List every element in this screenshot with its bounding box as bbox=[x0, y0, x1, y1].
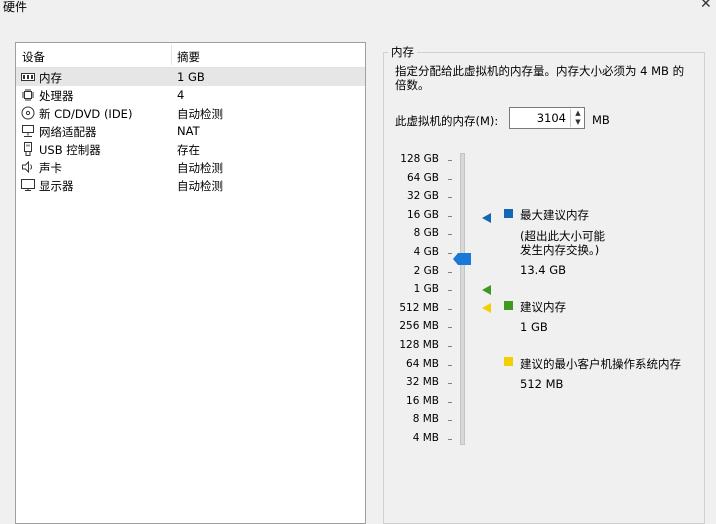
scale-tick bbox=[448, 383, 452, 385]
max-recommended-swatch bbox=[504, 209, 513, 218]
scale-tick bbox=[448, 215, 452, 217]
scale-label: 32 GB bbox=[406, 190, 439, 203]
device-summary: 4 bbox=[177, 88, 185, 102]
device-list-header: 设备 摘要 bbox=[16, 43, 365, 68]
column-separator bbox=[171, 45, 172, 65]
scale-tick bbox=[448, 290, 452, 292]
device-name: 显示器 bbox=[39, 179, 74, 193]
scale-label: 512 MB bbox=[399, 301, 439, 314]
scale-label: 32 MB bbox=[406, 376, 439, 389]
min-recommended-title: 建议的最小客户机操作系统内存 bbox=[520, 357, 681, 371]
max-recommended-note-line2: 发生内存交换。) bbox=[520, 243, 600, 257]
device-name: 新 CD/DVD (IDE) bbox=[39, 107, 133, 121]
usb-icon bbox=[21, 142, 35, 156]
scale-label: 4 MB bbox=[412, 432, 439, 444]
scale-label: 64 GB bbox=[406, 171, 439, 184]
device-summary: NAT bbox=[177, 124, 200, 138]
max-recommended-title: 最大建议内存 bbox=[520, 208, 589, 222]
device-row-network-adapter[interactable]: 网络适配器 NAT bbox=[16, 122, 365, 140]
scale-tick bbox=[448, 439, 452, 440]
scale-label: 16 MB bbox=[406, 394, 439, 407]
processor-icon bbox=[21, 88, 35, 102]
scale-tick bbox=[448, 178, 452, 180]
scale-label: 1 GB bbox=[413, 283, 439, 296]
min-recommended-marker-icon bbox=[482, 302, 492, 316]
memory-icon bbox=[21, 70, 35, 84]
scale-tick bbox=[448, 253, 452, 254]
device-row-sound-card[interactable]: 声卡 自动检测 bbox=[16, 158, 365, 176]
memory-unit: MB bbox=[592, 113, 610, 127]
device-name: 内存 bbox=[39, 71, 62, 85]
network-adapter-icon bbox=[21, 124, 35, 138]
scale-label: 8 GB bbox=[413, 227, 439, 240]
scale-tick bbox=[448, 234, 452, 236]
device-row-processor[interactable]: 处理器 4 bbox=[16, 86, 365, 104]
scale-tick bbox=[448, 197, 452, 199]
device-name: USB 控制器 bbox=[39, 143, 101, 157]
device-summary: 存在 bbox=[177, 143, 200, 157]
device-row-display[interactable]: 显示器 自动检测 bbox=[16, 176, 365, 194]
memory-group-title: 内存 bbox=[388, 44, 417, 60]
device-row-cd-dvd[interactable]: 新 CD/DVD (IDE) 自动检测 bbox=[16, 104, 365, 122]
scale-tick bbox=[448, 327, 452, 329]
memory-slider-track[interactable] bbox=[460, 153, 465, 445]
display-icon bbox=[21, 178, 35, 192]
device-row-usb-controller[interactable]: USB 控制器 存在 bbox=[16, 140, 365, 158]
cd-dvd-icon bbox=[21, 106, 35, 120]
recommended-title: 建议内存 bbox=[520, 300, 566, 314]
device-row-memory[interactable]: 内存 1 GB bbox=[16, 68, 365, 86]
device-name: 处理器 bbox=[39, 89, 74, 103]
device-name: 网络适配器 bbox=[39, 125, 97, 139]
device-summary: 自动检测 bbox=[177, 179, 223, 193]
scale-label: 2 GB bbox=[413, 264, 439, 277]
scale-tick bbox=[448, 308, 452, 310]
min-recommended-value: 512 MB bbox=[520, 377, 564, 391]
recommended-swatch bbox=[504, 301, 513, 310]
spin-up-icon[interactable]: ▲ bbox=[571, 109, 585, 118]
memory-slider-thumb[interactable] bbox=[453, 253, 471, 268]
scale-tick bbox=[448, 420, 452, 422]
sound-card-icon bbox=[21, 160, 35, 174]
memory-input[interactable] bbox=[512, 110, 566, 126]
scale-label: 4 GB bbox=[413, 246, 439, 258]
recommended-marker-icon bbox=[482, 284, 492, 298]
min-recommended-swatch bbox=[504, 357, 513, 366]
scale-label: 8 MB bbox=[412, 413, 439, 426]
spin-down-icon[interactable]: ▼ bbox=[571, 118, 585, 127]
memory-spinbox[interactable]: ▲ ▼ bbox=[509, 107, 585, 129]
device-name: 声卡 bbox=[39, 161, 62, 175]
max-recommended-marker-icon bbox=[482, 212, 492, 226]
device-list: 设备 摘要 内存 1 GB 处理器 4 新 CD/DVD (IDE) 自动检测 … bbox=[15, 42, 366, 524]
scale-tick bbox=[448, 160, 452, 161]
device-summary: 自动检测 bbox=[177, 161, 223, 175]
scale-tick bbox=[448, 271, 452, 273]
memory-description: 指定分配给此虚拟机的内存量。内存大小必须为 4 MB 的倍数。 bbox=[395, 64, 685, 92]
device-summary: 自动检测 bbox=[177, 107, 223, 121]
close-icon[interactable]: ✕ bbox=[700, 0, 712, 12]
scale-label: 128 GB bbox=[400, 153, 439, 165]
memory-field-label: 此虚拟机的内存(M): bbox=[395, 114, 499, 128]
column-header-summary[interactable]: 摘要 bbox=[177, 49, 200, 65]
scale-label: 256 MB bbox=[399, 320, 439, 333]
scale-tick bbox=[448, 401, 452, 403]
column-header-device[interactable]: 设备 bbox=[22, 49, 45, 65]
scale-label: 16 GB bbox=[406, 208, 439, 221]
max-recommended-value: 13.4 GB bbox=[520, 263, 567, 277]
scale-label: 128 MB bbox=[399, 339, 439, 351]
device-summary: 1 GB bbox=[177, 70, 205, 84]
window-title: 硬件 bbox=[3, 0, 28, 14]
scale-label: 64 MB bbox=[406, 357, 439, 370]
memory-spin-arrows[interactable]: ▲ ▼ bbox=[570, 109, 585, 127]
scale-tick bbox=[448, 364, 452, 366]
recommended-value: 1 GB bbox=[520, 320, 548, 334]
scale-tick bbox=[448, 346, 452, 347]
